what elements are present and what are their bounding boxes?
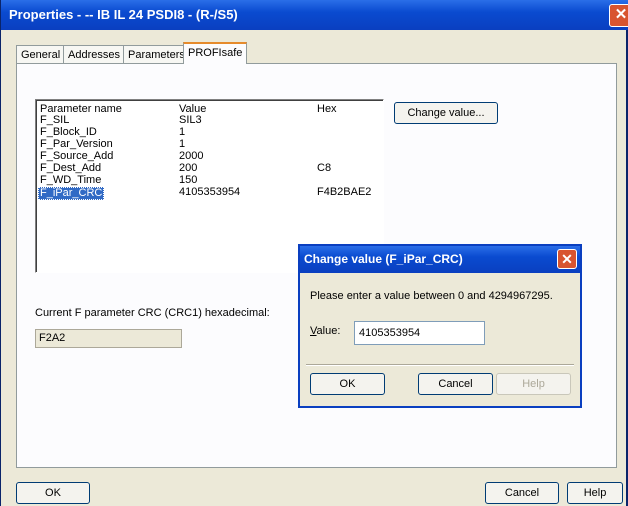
param-name: F_WD_Time [40,174,102,186]
tab-addresses[interactable]: Addresses [63,45,125,63]
param-name: F_Par_Version [40,138,113,150]
tab-profisafe[interactable]: PROFIsafe [183,42,248,64]
dialog-title-bar[interactable]: Change value (F_iPar_CRC) ✕ [300,246,580,273]
param-value: 4105353954 [179,186,241,198]
change-value-dialog: Change value (F_iPar_CRC) ✕ Please enter… [298,244,582,408]
param-name: F_Source_Add [40,150,114,162]
list-item[interactable]: F_SIL SIL3 [36,115,383,126]
param-hex: C8 [317,162,332,174]
dialog-ok-button[interactable]: OK [310,373,385,395]
properties-window: Properties - -- IB IL 24 PSDI8 - (R-/S5)… [0,0,628,506]
list-item[interactable]: F_Par_Version 1 [36,139,383,150]
tab-parameters[interactable]: Parameters [123,45,190,63]
dialog-help-button[interactable]: Help [496,373,571,395]
param-name: F_SIL [40,114,70,126]
close-icon[interactable]: ✕ [557,249,577,269]
dialog-cancel-button[interactable]: Cancel [418,373,493,395]
value-label: Value: [310,325,340,337]
value-input[interactable]: 4105353954 [354,321,485,345]
dialog-title: Change value (F_iPar_CRC) [304,252,463,266]
title-bar[interactable]: Properties - -- IB IL 24 PSDI8 - (R-/S5)… [1,0,628,30]
param-value: 2000 [179,150,204,162]
tab-general[interactable]: General [16,45,66,63]
crc-label: Current F parameter CRC (CRC1) hexadecim… [35,307,270,319]
list-item[interactable]: F_WD_Time 150 [36,175,383,186]
crc-field: F2A2 [35,329,182,348]
window-title: Properties - -- IB IL 24 PSDI8 - (R-/S5) [9,7,238,22]
list-item[interactable]: F_Dest_Add 200 C8 [36,163,383,174]
param-hex: F4B2BAE2 [317,186,372,198]
param-name: F_Block_ID [40,126,97,138]
param-value: 150 [179,174,198,186]
value-label-rest: alue: [316,325,341,337]
column-header-hex[interactable]: Hex [317,103,337,115]
list-item-selected[interactable]: F_iPar_CRC 4105353954 F4B2BAE2 [36,186,383,200]
list-item[interactable]: F_Block_ID 1 [36,127,383,138]
ok-button[interactable]: OK [16,482,90,504]
change-value-button[interactable]: Change value... [394,102,498,124]
close-icon[interactable]: ✕ [609,4,628,27]
list-item[interactable]: F_Source_Add 2000 [36,151,383,162]
param-name: F_iPar_CRC [38,187,105,200]
dialog-message: Please enter a value between 0 and 42949… [310,290,553,302]
param-value: 1 [179,138,186,150]
param-value: 200 [179,162,198,174]
cancel-button[interactable]: Cancel [485,482,559,504]
param-value: 1 [179,126,186,138]
param-name: F_Dest_Add [40,162,102,174]
dialog-separator [306,364,574,366]
help-button[interactable]: Help [567,482,623,504]
param-value: SIL3 [179,114,202,126]
